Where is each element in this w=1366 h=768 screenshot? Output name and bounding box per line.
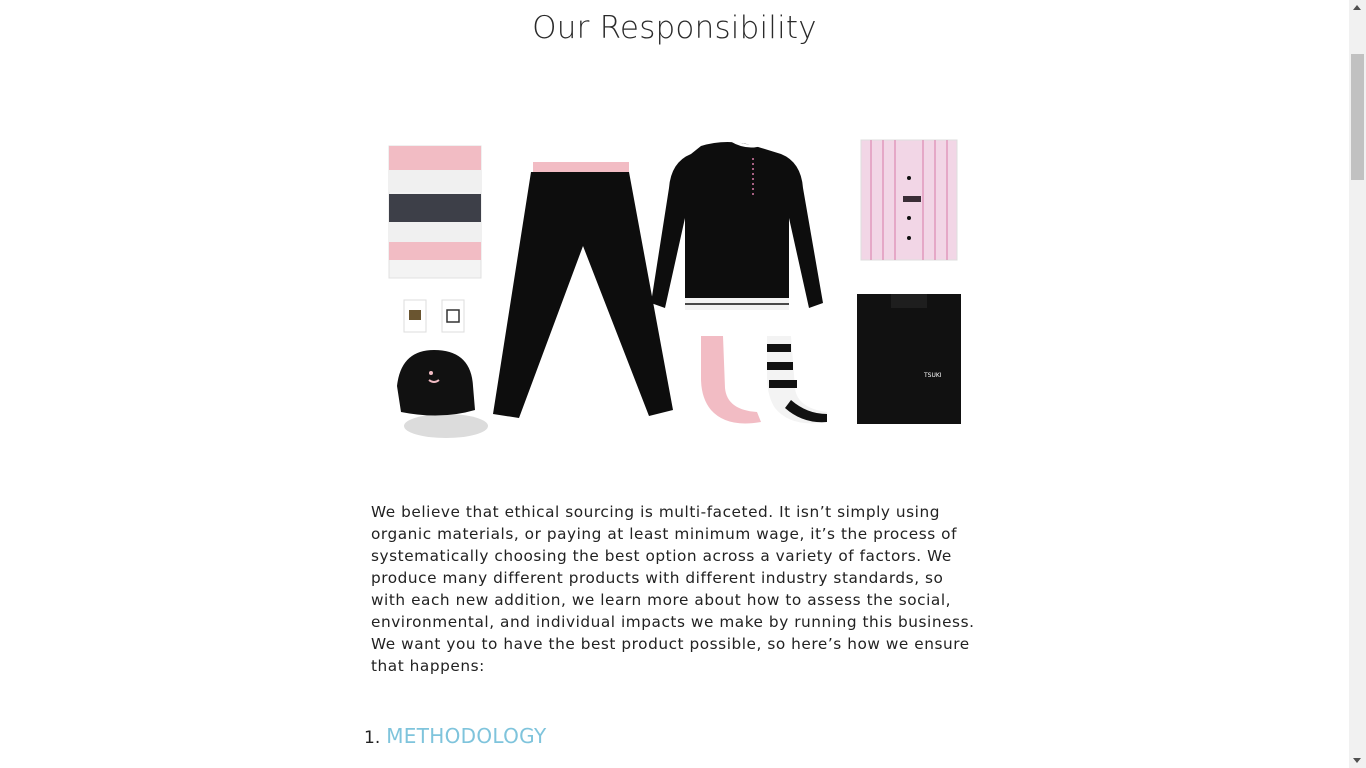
- svg-text:TSUKI: TSUKI: [923, 372, 942, 379]
- page-title: Our Responsibility: [532, 10, 817, 46]
- scarf-illustration: [388, 145, 482, 279]
- section-number: 1.: [364, 728, 381, 748]
- scroll-up-icon[interactable]: [1353, 5, 1361, 10]
- pink-shirt-illustration: [860, 139, 958, 261]
- scroll-thumb[interactable]: [1351, 54, 1364, 180]
- pins-illustration: [403, 299, 465, 333]
- hero-product-image: TSUKI: [388, 138, 961, 438]
- sweater-illustration: [651, 138, 823, 310]
- black-shirt-illustration: TSUKI: [857, 294, 961, 424]
- socks-illustration: [701, 336, 827, 424]
- section-list: 1. METHODOLOGY: [364, 724, 546, 748]
- methodology-link[interactable]: METHODOLOGY: [386, 724, 546, 748]
- section-item-methodology: 1. METHODOLOGY: [364, 724, 546, 748]
- scroll-down-icon[interactable]: [1353, 758, 1361, 763]
- page: Our Responsibility TSUKI We believe that…: [0, 0, 1349, 768]
- intro-paragraph: We believe that ethical sourcing is mult…: [371, 503, 975, 675]
- cap-illustration: [397, 350, 488, 438]
- pants-illustration: [493, 162, 673, 418]
- vertical-scrollbar[interactable]: [1349, 0, 1366, 768]
